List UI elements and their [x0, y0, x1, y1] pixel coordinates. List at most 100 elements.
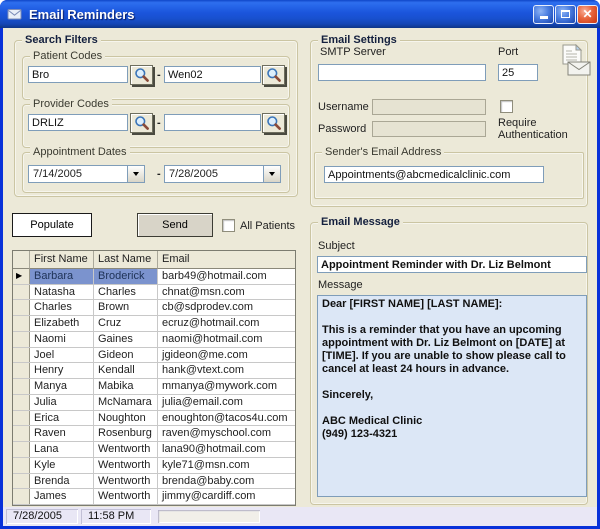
email-cell[interactable]: enoughton@tacos4u.com: [158, 411, 295, 426]
row-selector[interactable]: [13, 363, 30, 378]
date-to-dropdown[interactable]: 7/28/2005: [164, 165, 281, 183]
first-name-cell[interactable]: Julia: [30, 395, 94, 410]
table-row[interactable]: BrendaWentworthbrenda@baby.com: [13, 474, 295, 490]
first-name-cell[interactable]: James: [30, 489, 94, 504]
last-name-cell[interactable]: Wentworth: [94, 474, 158, 489]
patient-code-from-input[interactable]: [28, 66, 128, 83]
last-name-cell[interactable]: Mabika: [94, 379, 158, 394]
email-cell[interactable]: jimmy@cardiff.com: [158, 489, 295, 504]
row-selector[interactable]: [13, 379, 30, 394]
subject-input[interactable]: [317, 256, 587, 273]
row-selector[interactable]: [13, 332, 30, 347]
first-name-cell[interactable]: Natasha: [30, 285, 94, 300]
table-row[interactable]: RavenRosenburgraven@myschool.com: [13, 426, 295, 442]
row-selector[interactable]: [13, 442, 30, 457]
first-name-cell[interactable]: Naomi: [30, 332, 94, 347]
table-row[interactable]: EricaNoughtonenoughton@tacos4u.com: [13, 411, 295, 427]
row-selector[interactable]: [13, 300, 30, 315]
last-name-cell[interactable]: Wentworth: [94, 458, 158, 473]
row-selector[interactable]: [13, 489, 30, 504]
last-name-cell[interactable]: Kendall: [94, 363, 158, 378]
all-patients-checkbox[interactable]: [222, 219, 235, 232]
message-textarea[interactable]: Dear [FIRST NAME] [LAST NAME]: This is a…: [317, 295, 587, 497]
last-name-cell[interactable]: Wentworth: [94, 442, 158, 457]
row-selector[interactable]: [13, 348, 30, 363]
email-cell[interactable]: hank@vtext.com: [158, 363, 295, 378]
last-name-cell[interactable]: Gaines: [94, 332, 158, 347]
row-selector[interactable]: [13, 316, 30, 331]
email-cell[interactable]: raven@myschool.com: [158, 426, 295, 441]
send-button[interactable]: Send: [137, 213, 213, 237]
first-name-cell[interactable]: Joel: [30, 348, 94, 363]
email-cell[interactable]: mmanya@mywork.com: [158, 379, 295, 394]
email-cell[interactable]: ecruz@hotmail.com: [158, 316, 295, 331]
email-cell[interactable]: naomi@hotmail.com: [158, 332, 295, 347]
table-row[interactable]: NaomiGainesnaomi@hotmail.com: [13, 332, 295, 348]
patient-code-to-input[interactable]: [164, 66, 261, 83]
email-cell[interactable]: lana90@hotmail.com: [158, 442, 295, 457]
username-input[interactable]: [372, 99, 486, 115]
table-row[interactable]: NatashaCharleschnat@msn.com: [13, 285, 295, 301]
first-name-cell[interactable]: Elizabeth: [30, 316, 94, 331]
last-name-cell[interactable]: Brown: [94, 300, 158, 315]
last-name-cell[interactable]: Wentworth: [94, 489, 158, 504]
last-name-cell[interactable]: Cruz: [94, 316, 158, 331]
dropdown-button[interactable]: [263, 166, 280, 182]
table-row[interactable]: HenryKendallhank@vtext.com: [13, 363, 295, 379]
provider-code-from-input[interactable]: [28, 114, 128, 131]
first-name-cell[interactable]: Erica: [30, 411, 94, 426]
last-name-cell[interactable]: McNamara: [94, 395, 158, 410]
email-cell[interactable]: barb49@hotmail.com: [158, 269, 295, 284]
email-cell[interactable]: cb@sdprodev.com: [158, 300, 295, 315]
date-from-dropdown[interactable]: 7/14/2005: [28, 165, 145, 183]
row-selector[interactable]: ▶: [13, 269, 30, 284]
table-row[interactable]: ▶BarbaraBroderickbarb49@hotmail.com: [13, 269, 295, 285]
provider-code-from-search-button[interactable]: [130, 113, 153, 133]
first-name-cell[interactable]: Lana: [30, 442, 94, 457]
row-selector[interactable]: [13, 411, 30, 426]
table-row[interactable]: JoelGideonjgideon@me.com: [13, 348, 295, 364]
first-name-cell[interactable]: Brenda: [30, 474, 94, 489]
close-button[interactable]: ✕: [577, 5, 598, 24]
row-selector[interactable]: [13, 395, 30, 410]
last-name-cell[interactable]: Broderick: [94, 269, 158, 284]
maximize-button[interactable]: [555, 5, 576, 24]
row-selector[interactable]: [13, 458, 30, 473]
email-cell[interactable]: chnat@msn.com: [158, 285, 295, 300]
first-name-cell[interactable]: Manya: [30, 379, 94, 394]
smtp-server-input[interactable]: [318, 64, 486, 81]
email-cell[interactable]: jgideon@me.com: [158, 348, 295, 363]
table-row[interactable]: KyleWentworthkyle71@msn.com: [13, 458, 295, 474]
provider-code-to-search-button[interactable]: [262, 113, 285, 133]
last-name-cell[interactable]: Charles: [94, 285, 158, 300]
column-header-email[interactable]: Email: [158, 251, 295, 269]
last-name-cell[interactable]: Gideon: [94, 348, 158, 363]
row-selector[interactable]: [13, 426, 30, 441]
require-auth-checkbox[interactable]: [500, 100, 513, 113]
column-header-last-name[interactable]: Last Name: [94, 251, 158, 269]
patient-code-from-search-button[interactable]: [130, 65, 153, 85]
table-row[interactable]: LanaWentworthlana90@hotmail.com: [13, 442, 295, 458]
first-name-cell[interactable]: Raven: [30, 426, 94, 441]
password-input[interactable]: [372, 121, 486, 137]
first-name-cell[interactable]: Kyle: [30, 458, 94, 473]
first-name-cell[interactable]: Henry: [30, 363, 94, 378]
column-header-first-name[interactable]: First Name: [30, 251, 94, 269]
table-row[interactable]: ElizabethCruzecruz@hotmail.com: [13, 316, 295, 332]
minimize-button[interactable]: [533, 5, 554, 24]
last-name-cell[interactable]: Noughton: [94, 411, 158, 426]
first-name-cell[interactable]: Charles: [30, 300, 94, 315]
email-cell[interactable]: kyle71@msn.com: [158, 458, 295, 473]
dropdown-button[interactable]: [127, 166, 144, 182]
last-name-cell[interactable]: Rosenburg: [94, 426, 158, 441]
patient-code-to-search-button[interactable]: [262, 65, 285, 85]
provider-code-to-input[interactable]: [164, 114, 261, 131]
table-row[interactable]: CharlesBrowncb@sdprodev.com: [13, 300, 295, 316]
first-name-cell[interactable]: Barbara: [30, 269, 94, 284]
row-selector[interactable]: [13, 474, 30, 489]
sender-email-input[interactable]: [324, 166, 544, 183]
email-cell[interactable]: julia@email.com: [158, 395, 295, 410]
table-row[interactable]: ManyaMabikammanya@mywork.com: [13, 379, 295, 395]
row-selector[interactable]: [13, 285, 30, 300]
port-input[interactable]: [498, 64, 538, 81]
